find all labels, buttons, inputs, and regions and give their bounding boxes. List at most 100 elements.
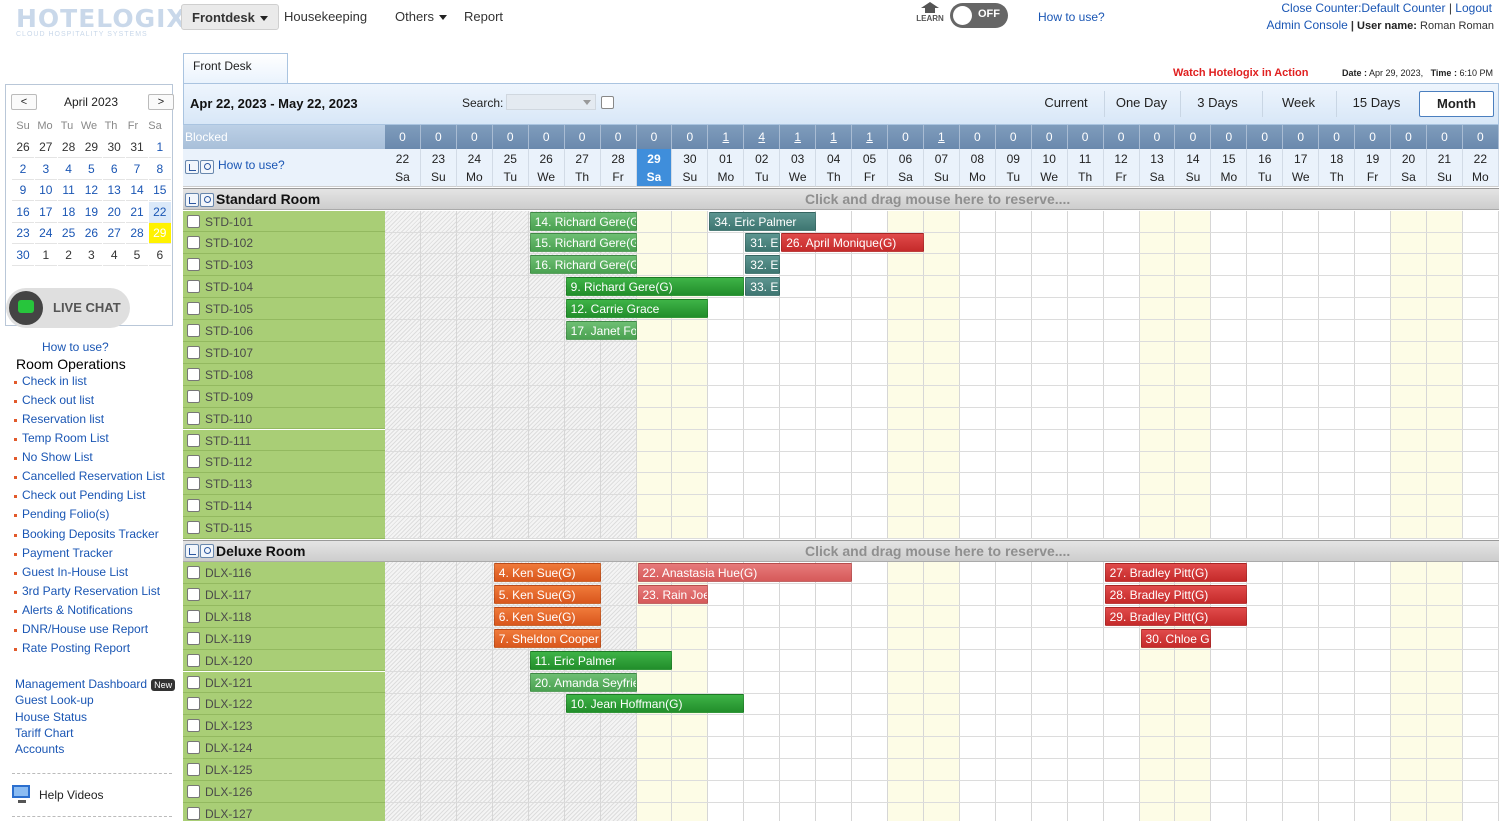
calendar-day[interactable]: 27: [34, 137, 57, 158]
reservation-block[interactable]: 20. Amanda Seyfried: [529, 672, 637, 692]
view-15-days-button[interactable]: 15 Days: [1336, 91, 1416, 117]
calendar-day[interactable]: 31: [126, 137, 148, 158]
how-to-use-link[interactable]: How to use?: [1038, 10, 1105, 24]
reservation-block[interactable]: 11. Eric Palmer: [529, 650, 673, 670]
reservation-block[interactable]: 4. Ken Sue(G): [493, 563, 601, 582]
room-checkbox[interactable]: [187, 433, 200, 447]
room-checkbox[interactable]: [187, 697, 200, 711]
calendar-day[interactable]: 28: [126, 223, 148, 245]
reservation-block[interactable]: 23. Rain Joe: [637, 584, 709, 604]
management-link[interactable]: Guest Look-up: [15, 693, 94, 707]
room-checkbox[interactable]: [187, 455, 200, 469]
room-operation-link[interactable]: Booking Deposits Tracker: [14, 527, 159, 541]
room-checkbox[interactable]: [187, 785, 200, 798]
learn-toggle[interactable]: OFF: [950, 3, 1008, 28]
calendar-day[interactable]: 30: [12, 245, 34, 266]
calendar-day[interactable]: 25: [57, 223, 80, 245]
calendar-day[interactable]: 18: [57, 202, 80, 223]
reservation-block[interactable]: 31. Eric Palmer: [745, 233, 781, 253]
room-checkbox[interactable]: [187, 609, 200, 623]
calendar-day[interactable]: 30: [103, 137, 126, 158]
calendar-day[interactable]: 1: [148, 137, 171, 158]
room-operation-link[interactable]: DNR/House use Report: [13, 622, 148, 636]
calendar-day[interactable]: 5: [80, 159, 103, 180]
room-checkbox[interactable]: [187, 367, 200, 381]
search-icon[interactable]: [200, 159, 214, 174]
calendar-day[interactable]: 9: [12, 180, 34, 202]
reservation-block[interactable]: 12. Carrie Grace: [565, 299, 709, 319]
reservation-block[interactable]: 26. April Monique(G): [781, 233, 924, 253]
calendar-day[interactable]: 29: [148, 223, 171, 245]
calendar-day[interactable]: 3: [34, 159, 57, 180]
calendar-day[interactable]: 13: [103, 180, 126, 202]
room-operation-link[interactable]: Check out Pending List: [13, 488, 145, 502]
calendar-day[interactable]: 5: [126, 245, 148, 266]
calendar-icon[interactable]: [185, 159, 199, 174]
room-checkbox[interactable]: [187, 566, 200, 579]
view-3-days-button[interactable]: 3 Days: [1180, 91, 1254, 117]
reservation-block[interactable]: 27. Bradley Pitt(G): [1104, 563, 1248, 582]
reservation-block[interactable]: 32. Eric Palmer: [745, 255, 781, 275]
calendar-day[interactable]: 19: [80, 202, 103, 223]
room-checkbox[interactable]: [187, 675, 200, 689]
search-checkbox[interactable]: [601, 96, 614, 109]
management-link[interactable]: Tariff Chart: [15, 726, 73, 740]
drag-to-reserve-hint[interactable]: Click and drag mouse here to reserve....: [805, 543, 1070, 559]
room-operation-link[interactable]: Alerts & Notifications: [14, 603, 133, 617]
nav-frontdesk[interactable]: Frontdesk: [181, 4, 279, 30]
calendar-day[interactable]: 3: [80, 245, 103, 266]
view-one-day-button[interactable]: One Day: [1104, 91, 1178, 117]
room-operation-link[interactable]: Check out list: [13, 393, 94, 407]
hotelogix-logo[interactable]: HOTELOGIX CLOUD HOSPITALITY SYSTEMS: [16, 6, 186, 42]
reservation-block[interactable]: 28. Bradley Pitt(G): [1104, 584, 1248, 604]
room-checkbox[interactable]: [187, 389, 200, 403]
reservation-block[interactable]: 22. Anastasia Hue(G): [637, 563, 853, 582]
search-select[interactable]: [506, 94, 596, 110]
room-checkbox[interactable]: [187, 521, 200, 535]
reservation-grid[interactable]: Blocked How to use? 0 22 Sa 0 23 Su 0 24 Mo 0 25 Tu…: [183, 125, 1499, 821]
view-current-button[interactable]: Current: [1030, 91, 1102, 117]
logout-link[interactable]: Logout: [1455, 1, 1492, 15]
room-checkbox[interactable]: [187, 324, 200, 337]
calendar-day[interactable]: 21: [126, 202, 148, 223]
calendar-day[interactable]: 14: [126, 180, 148, 202]
nav-housekeeping[interactable]: Housekeeping: [274, 4, 377, 30]
reservation-block[interactable]: 6. Ken Sue(G): [493, 606, 601, 626]
room-operation-link[interactable]: No Show List: [14, 450, 93, 464]
blocked-count[interactable]: 1: [923, 125, 960, 149]
calendar-day[interactable]: 24: [34, 223, 57, 245]
calendar-icon[interactable]: [185, 544, 199, 559]
calendar-day[interactable]: 6: [148, 245, 171, 266]
view-month-button[interactable]: Month: [1419, 91, 1494, 117]
room-checkbox[interactable]: [187, 345, 200, 359]
admin-console-link[interactable]: Admin Console: [1266, 18, 1347, 32]
room-checkbox[interactable]: [187, 763, 200, 777]
room-checkbox[interactable]: [187, 719, 200, 733]
live-chat-button[interactable]: LIVE CHAT: [6, 288, 130, 328]
room-checkbox[interactable]: [187, 499, 200, 513]
calendar-day[interactable]: 4: [103, 245, 126, 266]
reservation-block[interactable]: 30. Chloe Grace: [1140, 628, 1212, 648]
room-checkbox[interactable]: [187, 587, 200, 601]
calendar-day[interactable]: 15: [148, 180, 171, 202]
room-operation-link[interactable]: Payment Tracker: [14, 546, 113, 560]
room-operation-link[interactable]: Cancelled Reservation List: [14, 469, 165, 483]
room-operation-link[interactable]: 3rd Party Reservation List: [13, 584, 160, 598]
calendar-day[interactable]: 11: [57, 180, 80, 202]
calendar-day[interactable]: 2: [57, 245, 80, 266]
drag-to-reserve-hint[interactable]: Click and drag mouse here to reserve....: [805, 191, 1070, 207]
search-icon[interactable]: [200, 192, 214, 207]
reservation-block[interactable]: 5. Ken Sue(G): [493, 584, 601, 604]
calendar-day[interactable]: 22: [148, 201, 171, 223]
reservation-block[interactable]: 14. Richard Gere(G): [529, 211, 637, 231]
room-checkbox[interactable]: [187, 280, 200, 294]
calendar-day[interactable]: 17: [34, 202, 57, 223]
reservation-block[interactable]: 29. Bradley Pitt(G): [1104, 606, 1248, 626]
room-operation-link[interactable]: Temp Room List: [14, 431, 109, 445]
blocked-count[interactable]: 4: [744, 125, 781, 149]
management-link[interactable]: Management Dashboard New: [15, 677, 176, 691]
reservation-block[interactable]: 17. Janet Fora: [565, 321, 637, 340]
management-link[interactable]: Accounts: [15, 742, 64, 756]
calendar-day[interactable]: 6: [103, 159, 126, 180]
next-month-button[interactable]: >: [148, 94, 174, 110]
